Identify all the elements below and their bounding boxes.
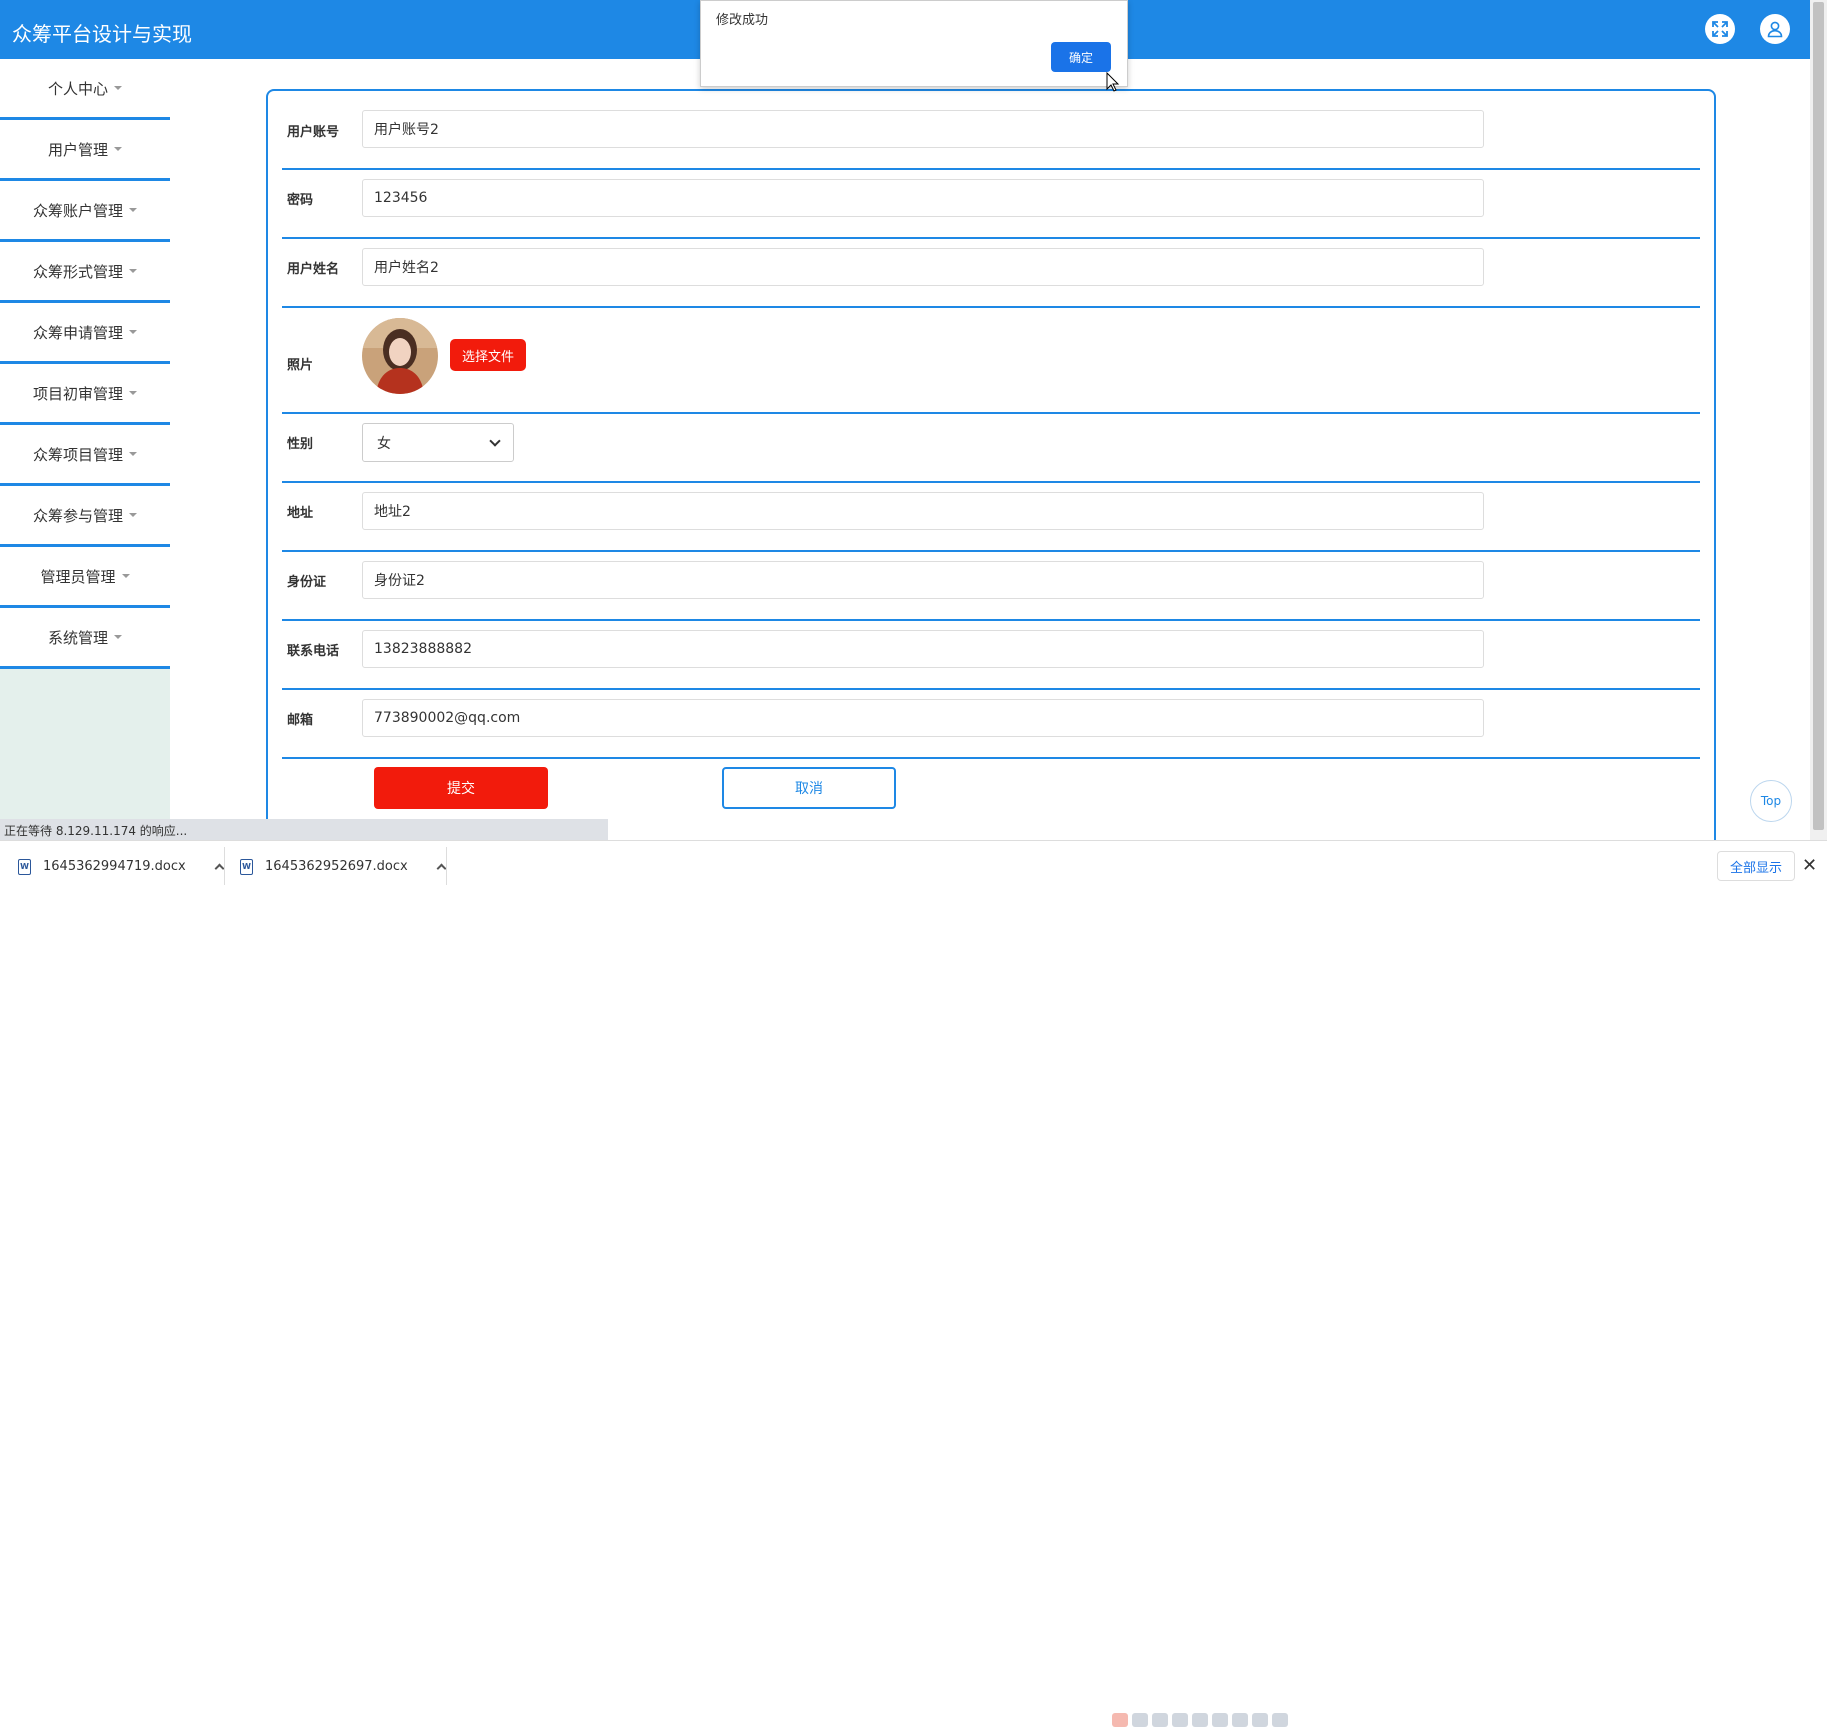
scrollbar-thumb[interactable] [1813,2,1824,830]
download-bar: W 1645362994719.docx W 1645362952697.doc… [0,840,1827,1727]
phone-input[interactable] [362,630,1484,668]
dialog-ok-button[interactable]: 确定 [1051,42,1111,72]
sidebar-item-personal-center[interactable]: 个人中心 [0,59,170,120]
caret-down-icon [114,86,122,90]
choose-file-button[interactable]: 选择文件 [450,339,526,371]
cancel-button[interactable]: 取消 [722,767,896,809]
download-separator [446,847,447,885]
phone-label: 联系电话 [287,644,340,659]
sidebar-item-label: 众筹账户管理 [32,201,123,220]
fullscreen-icon[interactable] [1705,14,1735,44]
sidebar-item-label: 用户管理 [47,140,108,159]
form-row-address: 地址 [282,483,1700,552]
name-label: 用户姓名 [287,262,340,277]
sidebar-item-label: 个人中心 [47,79,108,98]
form-row-account: 用户账号 [282,91,1700,170]
form-row-email: 邮箱 [282,690,1700,759]
caret-down-icon [129,330,137,334]
sidebar-item-participation-management[interactable]: 众筹参与管理 [0,486,170,547]
form-row-photo: 照片 选择文件 [282,308,1700,414]
download-separator [224,847,225,885]
form-row-phone: 联系电话 [282,621,1700,690]
caret-down-icon [129,513,137,517]
ime-icon [1152,1713,1168,1727]
user-photo [362,318,438,394]
caret-down-icon [129,208,137,212]
chevron-up-icon[interactable] [436,863,447,874]
sidebar-item-form-management[interactable]: 众筹形式管理 [0,242,170,303]
account-label: 用户账号 [287,125,340,140]
sidebar-item-label: 系统管理 [47,628,108,647]
caret-down-icon [129,391,137,395]
id-card-input[interactable] [362,561,1484,599]
ime-icon [1232,1713,1248,1727]
caret-down-icon [114,147,122,151]
gender-select[interactable]: 女 [362,423,514,462]
name-input[interactable] [362,248,1484,286]
alert-dialog: 修改成功 确定 [700,0,1128,87]
address-label: 地址 [287,506,314,521]
password-input[interactable] [362,179,1484,217]
mouse-cursor-icon [1106,71,1120,96]
address-input[interactable] [362,492,1484,530]
user-edit-form: 用户账号 密码 用户姓名 照片 选择文件 性别 女 地址 [266,89,1716,849]
form-row-id-card: 身份证 [282,552,1700,621]
caret-down-icon [129,269,137,273]
caret-down-icon [129,452,137,456]
photo-label: 照片 [287,358,314,373]
sidebar-item-label: 众筹参与管理 [32,506,123,525]
sidebar-item-system-management[interactable]: 系统管理 [0,608,170,669]
caret-down-icon [121,574,130,578]
email-input[interactable] [362,699,1484,737]
ime-icon [1192,1713,1208,1727]
ime-icon [1252,1713,1268,1727]
sidebar-item-user-management[interactable]: 用户管理 [0,120,170,181]
download-item[interactable]: W 1645362994719.docx [18,841,225,892]
gender-select-value: 女 [377,435,391,452]
chevron-down-icon [489,434,501,447]
sidebar-item-admin-management[interactable]: 管理员管理 [0,547,170,608]
ime-toolbar [1112,1713,1288,1727]
chevron-up-icon[interactable] [214,863,225,874]
submit-button[interactable]: 提交 [374,767,548,809]
account-input[interactable] [362,110,1484,148]
word-doc-icon: W [240,858,253,875]
show-all-downloads-button[interactable]: 全部显示 [1717,851,1795,881]
word-doc-icon: W [18,858,31,875]
download-file-name: 1645362994719.docx [43,859,186,874]
dialog-message: 修改成功 [716,13,769,28]
sidebar-item-label: 众筹形式管理 [32,262,123,281]
ime-icon [1212,1713,1228,1727]
gender-label: 性别 [287,437,314,452]
sidebar-item-account-management[interactable]: 众筹账户管理 [0,181,170,242]
sidebar-item-review-management[interactable]: 项目初审管理 [0,364,170,425]
user-avatar-icon[interactable] [1760,14,1790,44]
sidebar-item-label: 管理员管理 [40,567,116,586]
ime-icon [1272,1713,1288,1727]
ime-icon [1172,1713,1188,1727]
close-icon[interactable]: ✕ [1802,855,1817,876]
sidebar: 个人中心 用户管理 众筹账户管理 众筹形式管理 众筹申请管理 项目初审管理 众筹… [0,59,170,840]
id-card-label: 身份证 [287,575,327,590]
email-label: 邮箱 [287,713,314,728]
sidebar-item-label: 项目初审管理 [32,384,123,403]
app-title: 众筹平台设计与实现 [12,22,192,46]
page-scrollbar[interactable] [1810,0,1827,840]
ime-icon [1132,1713,1148,1727]
caret-down-icon [114,635,122,639]
back-to-top-button[interactable]: Top [1750,780,1792,822]
form-row-gender: 性别 女 [282,414,1700,483]
form-row-name: 用户姓名 [282,239,1700,308]
download-item[interactable]: W 1645362952697.docx [240,841,447,892]
ime-icon [1112,1713,1128,1727]
form-row-password: 密码 [282,170,1700,239]
download-file-name: 1645362952697.docx [265,859,408,874]
sidebar-item-label: 众筹申请管理 [32,323,123,342]
browser-status-bar: 正在等待 8.129.11.174 的响应... [0,819,608,840]
sidebar-item-project-management[interactable]: 众筹项目管理 [0,425,170,486]
password-label: 密码 [287,193,314,208]
sidebar-item-application-management[interactable]: 众筹申请管理 [0,303,170,364]
sidebar-item-label: 众筹项目管理 [32,445,123,464]
